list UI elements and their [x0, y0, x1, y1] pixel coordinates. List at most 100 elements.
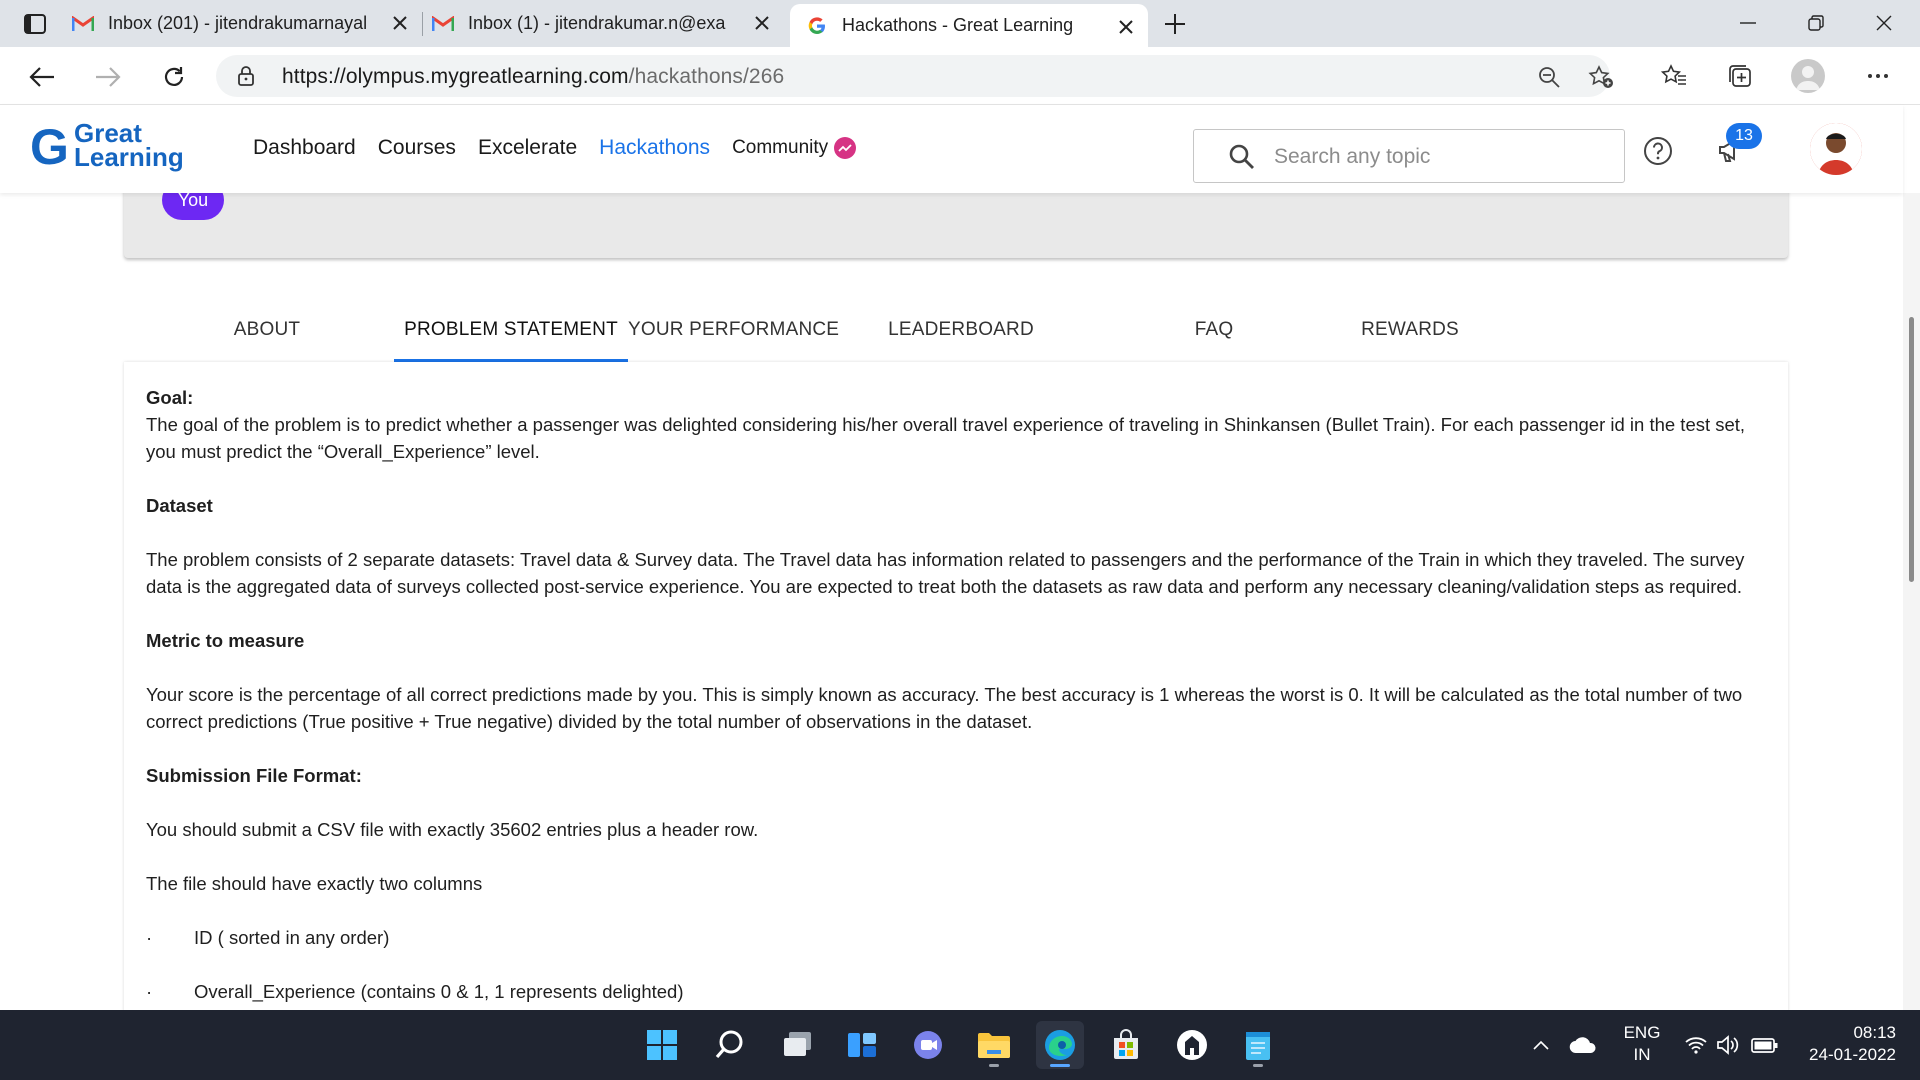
battery-icon[interactable] [1748, 1021, 1782, 1069]
hackathon-tabs: ABOUT PROBLEM STATEMENT YOUR PERFORMANCE… [124, 300, 1788, 362]
main-nav: Dashboard Courses Excelerate Hackathons … [253, 136, 857, 160]
user-avatar[interactable] [1810, 123, 1862, 175]
close-tab-icon[interactable] [390, 13, 410, 33]
problem-statement-body: Goal: The goal of the problem is to pred… [146, 384, 1766, 1012]
metric-heading: Metric to measure [146, 630, 305, 651]
metric-text: Your score is the percentage of all corr… [146, 684, 1743, 732]
nav-dashboard[interactable]: Dashboard [253, 136, 356, 160]
logo-text-line2: Learning [74, 142, 184, 172]
microsoft-store-icon[interactable] [1102, 1021, 1150, 1069]
nav-community-label: Community [732, 137, 829, 158]
notifications-megaphone-icon[interactable]: 13 [1716, 123, 1762, 169]
notification-count-badge: 13 [1726, 123, 1762, 149]
search-box[interactable] [1193, 129, 1625, 183]
browser-profile-avatar[interactable] [1791, 59, 1825, 93]
clock-date: 24-01-2022 [1809, 1045, 1896, 1064]
browser-toolbar: https://olympus.mygreatlearning.com/hack… [0, 47, 1920, 105]
list-item-text: Overall_Experience (contains 0 & 1, 1 re… [194, 981, 684, 1002]
edge-browser-icon[interactable] [1036, 1021, 1084, 1069]
problem-statement-panel: Goal: The goal of the problem is to pred… [124, 362, 1788, 1012]
favorites-icon[interactable] [1658, 60, 1690, 92]
tab-separator [422, 12, 423, 36]
back-arrow-icon[interactable] [24, 59, 60, 95]
tab-title: Inbox (1) - jitendrakumar.n@exa [468, 13, 726, 33]
add-favorite-icon[interactable] [1588, 64, 1614, 90]
volume-icon[interactable] [1714, 1021, 1742, 1069]
browser-tab-strip: Inbox (201) - jitendrakumarnayal Inbox (… [0, 0, 1920, 47]
collections-icon[interactable] [1724, 60, 1756, 92]
nav-hackathons[interactable]: Hackathons [599, 136, 710, 160]
goal-text: The goal of the problem is to predict wh… [146, 414, 1746, 462]
gmail-icon [72, 13, 94, 35]
list-item-text: ID ( sorted in any order) [194, 927, 390, 948]
region-code: IN [1633, 1045, 1651, 1064]
help-icon[interactable] [1643, 136, 1673, 166]
close-tab-icon[interactable] [1116, 17, 1136, 37]
input-language-indicator[interactable]: ENG IN [1620, 1022, 1664, 1066]
tab-title: Inbox (201) - jitendrakumarnayal [108, 13, 368, 33]
windows-start-icon[interactable] [638, 1021, 686, 1069]
tab-title: Hackathons - Great Learning [842, 15, 1074, 35]
url-text[interactable]: https://olympus.mygreatlearning.com/hack… [282, 65, 784, 89]
nav-courses[interactable]: Courses [378, 136, 456, 160]
tab-faq[interactable]: FAQ [1184, 300, 1244, 362]
page-scrollbar[interactable] [1903, 193, 1920, 1010]
nav-excelerate[interactable]: Excelerate [478, 136, 577, 160]
logo-mark: G [30, 119, 69, 175]
notepad-icon[interactable] [1234, 1021, 1282, 1069]
lock-icon[interactable] [236, 66, 256, 86]
reload-icon[interactable] [156, 59, 192, 95]
tab-rewards[interactable]: REWARDS [1340, 300, 1480, 362]
close-window-icon[interactable] [1862, 8, 1906, 38]
tab-leaderboard[interactable]: LEADERBOARD [866, 300, 1056, 362]
gmail-icon [432, 13, 454, 35]
language-code: ENG [1623, 1023, 1661, 1042]
wifi-icon[interactable] [1682, 1021, 1710, 1069]
minimize-icon[interactable] [1726, 8, 1770, 38]
list-item: · Overall_Experience (contains 0 & 1, 1 … [146, 978, 1766, 1005]
close-tab-icon[interactable] [752, 13, 772, 33]
dataset-heading: Dataset [146, 495, 213, 516]
system-clock[interactable]: 08:13 24-01-2022 [1796, 1022, 1896, 1066]
github-desktop-icon[interactable] [1168, 1021, 1216, 1069]
file-explorer-icon[interactable] [970, 1021, 1018, 1069]
goal-heading: Goal: [146, 387, 194, 408]
search-icon [1228, 143, 1256, 171]
dataset-text: The problem consists of 2 separate datas… [146, 549, 1745, 597]
tab-actions-icon[interactable] [20, 11, 50, 37]
search-input[interactable] [1274, 142, 1604, 172]
columns-text: The file should have exactly two columns [146, 873, 483, 894]
windows-taskbar: ENG IN 08:13 24-01-2022 [0, 1010, 1920, 1080]
browser-tab-inbox-2[interactable]: Inbox (1) - jitendrakumar.n@exa [432, 0, 784, 47]
scrollbar-thumb[interactable] [1909, 317, 1914, 582]
browser-tab-hackathons[interactable]: Hackathons - Great Learning [790, 4, 1148, 47]
onedrive-cloud-icon[interactable] [1565, 1021, 1601, 1069]
running-indicator [1253, 1064, 1263, 1067]
submission-heading: Submission File Format: [146, 765, 362, 786]
tab-about[interactable]: ABOUT [184, 300, 350, 362]
great-learning-logo[interactable]: G Great Learning [30, 120, 200, 176]
zoom-out-icon[interactable] [1536, 64, 1562, 90]
nav-community[interactable]: Community [732, 136, 857, 160]
task-view-icon[interactable] [774, 1021, 822, 1069]
browser-tab-inbox-1[interactable]: Inbox (201) - jitendrakumarnayal [72, 0, 423, 47]
tab-problem-statement[interactable]: PROBLEM STATEMENT [394, 300, 628, 362]
bullet: · [146, 927, 153, 948]
more-options-icon[interactable] [1862, 60, 1894, 92]
list-item: · ID ( sorted in any order) [146, 924, 1766, 951]
teams-chat-icon[interactable] [904, 1021, 952, 1069]
google-icon [806, 15, 828, 37]
forward-arrow-icon[interactable] [90, 59, 126, 95]
tab-your-performance[interactable]: YOUR PERFORMANCE [628, 300, 839, 362]
new-tab-plus-icon[interactable] [1160, 9, 1190, 39]
running-indicator [1050, 1064, 1070, 1067]
site-header: G Great Learning Dashboard Courses Excel… [0, 105, 1903, 193]
clock-time: 08:13 [1853, 1023, 1896, 1042]
address-bar[interactable]: https://olympus.mygreatlearning.com/hack… [216, 55, 1613, 97]
trending-icon [834, 137, 857, 159]
restore-icon[interactable] [1794, 8, 1838, 38]
search-taskbar-icon[interactable] [706, 1021, 754, 1069]
show-hidden-icons-chevron-icon[interactable] [1527, 1021, 1555, 1069]
submission-text: You should submit a CSV file with exactl… [146, 819, 759, 840]
widgets-icon[interactable] [838, 1021, 886, 1069]
